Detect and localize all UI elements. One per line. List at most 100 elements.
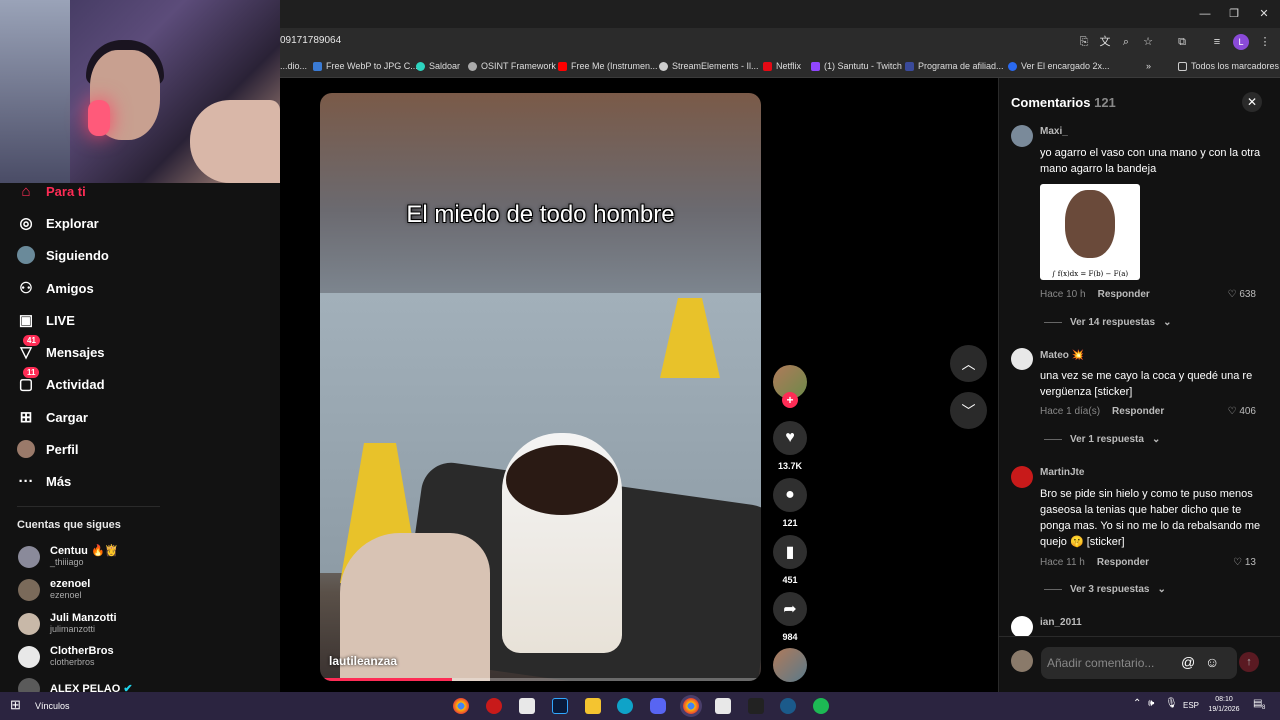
taskbar-search[interactable]: Vínculos: [35, 701, 70, 711]
upload-icon: ⊞: [19, 409, 33, 426]
translate-icon[interactable]: 文: [1097, 34, 1113, 50]
following-title: Cuentas que sigues: [17, 519, 121, 531]
nav-explorar[interactable]: ◎ Explorar: [17, 214, 98, 232]
video-player[interactable]: El miedo de todo hombre lautileanzaa: [320, 93, 761, 681]
profile-avatar[interactable]: L: [1233, 34, 1249, 50]
folder-icon: [1178, 61, 1187, 71]
save-button[interactable]: ▮ 451: [773, 535, 807, 585]
obs-icon[interactable]: [486, 698, 502, 714]
chevron-down-icon[interactable]: ﹀: [950, 392, 987, 429]
comment-user[interactable]: Maxi_: [1040, 126, 1068, 137]
following-item[interactable]: Juli Manzotti julimanzotti: [18, 612, 117, 635]
edge-icon[interactable]: [617, 698, 633, 714]
reply-button[interactable]: Responder: [1112, 406, 1164, 417]
webcam-feet: [190, 100, 280, 183]
comment-user[interactable]: ian_2011: [1040, 617, 1082, 628]
windows-start-icon[interactable]: ⊞: [10, 697, 21, 713]
nav-amigos[interactable]: ⚇ Amigos: [17, 279, 93, 297]
chevron-up-icon[interactable]: ︿: [950, 345, 987, 382]
bookmark-item[interactable]: (1) Santutu - Twitch: [811, 61, 902, 71]
avatar[interactable]: [1011, 125, 1033, 147]
music-disc-avatar[interactable]: [773, 648, 807, 682]
file-explorer-icon[interactable]: [585, 698, 601, 714]
reply-button[interactable]: Responder: [1098, 289, 1150, 300]
view-replies[interactable]: Ver 3 respuestas ⌄: [1044, 584, 1166, 595]
follow-plus-icon[interactable]: +: [782, 392, 798, 408]
bookmark-item[interactable]: Netflix: [763, 61, 801, 71]
comment-likes[interactable]: ♡ 406: [1228, 406, 1256, 417]
bookmark-item[interactable]: Ver El encargado 2x...: [1008, 61, 1110, 71]
avatar[interactable]: [1011, 616, 1033, 638]
restore-icon[interactable]: ❐: [1224, 4, 1244, 24]
zoom-icon[interactable]: ⌕: [1118, 34, 1134, 50]
bookmark-item[interactable]: Saldoar: [416, 61, 460, 71]
extensions-icon[interactable]: ⧉: [1174, 34, 1190, 50]
meme-formula: ∫ f(x)dx = F(b) − F(a): [1051, 270, 1129, 278]
url-text[interactable]: 09171789064: [280, 35, 341, 46]
mention-icon[interactable]: @: [1181, 654, 1195, 670]
bookmarks-overflow-icon[interactable]: »: [1146, 61, 1151, 71]
twitch-icon: [811, 61, 820, 71]
minimize-icon[interactable]: —: [1195, 4, 1215, 24]
avatar[interactable]: [1011, 466, 1033, 488]
tray-chevron-icon[interactable]: ⌃: [1133, 698, 1141, 709]
clock[interactable]: 08:10 19/1/2026: [1204, 695, 1244, 715]
view-replies[interactable]: Ver 1 respuesta ⌄: [1044, 434, 1160, 445]
nav-cargar[interactable]: ⊞ Cargar: [17, 408, 88, 426]
bookmark-star-icon[interactable]: ☆: [1140, 34, 1156, 50]
nav-para-ti[interactable]: ⌂ Para ti: [17, 182, 85, 200]
activity-icon: ▢ 11: [17, 367, 40, 393]
steam-icon[interactable]: [780, 698, 796, 714]
emoji-icon[interactable]: ☺: [1205, 654, 1219, 670]
mic-icon[interactable]: 🎙: [1165, 698, 1178, 709]
media-icon[interactable]: ≡: [1209, 34, 1225, 50]
discord-icon[interactable]: [650, 698, 666, 714]
comment-likes[interactable]: ♡ 638: [1228, 289, 1256, 300]
comment-likes[interactable]: ♡ 13: [1233, 557, 1256, 568]
bookmark-item[interactable]: ...dio...: [280, 61, 307, 71]
all-bookmarks[interactable]: Todos los marcadores: [1178, 61, 1279, 71]
send-icon[interactable]: ↑: [1239, 652, 1259, 672]
comment-button[interactable]: ● 121: [773, 478, 807, 528]
bookmark-item[interactable]: OSINT Framework: [468, 61, 556, 71]
chrome-icon[interactable]: [453, 698, 469, 714]
nav-siguiendo[interactable]: Siguiendo: [17, 246, 109, 264]
nav-mas[interactable]: ··· Más: [17, 472, 72, 490]
following-item[interactable]: ezenoel ezenoel: [18, 578, 90, 601]
nav-perfil[interactable]: Perfil: [17, 440, 79, 458]
nav-live[interactable]: ▣ LIVE: [17, 311, 75, 329]
bookmark-item[interactable]: Programa de afiliad...: [905, 61, 1004, 71]
comment-user[interactable]: MartinJte: [1040, 467, 1084, 478]
photoshop-icon[interactable]: [552, 698, 568, 714]
close-icon[interactable]: ✕: [1242, 92, 1262, 112]
like-button[interactable]: ♥ 13.7K: [773, 421, 807, 471]
comment-meta: Hace 10 h Responder: [1040, 289, 1150, 300]
nav-mensajes[interactable]: ▽ 41 Mensajes: [17, 335, 105, 361]
epic-games-icon[interactable]: [748, 698, 764, 714]
view-replies[interactable]: Ver 14 respuestas ⌄: [1044, 317, 1171, 328]
menu-dots-icon[interactable]: ⋮: [1257, 34, 1273, 50]
video-author[interactable]: lautileanzaa: [329, 654, 397, 668]
following-item[interactable]: ClotherBros clotherbros: [18, 645, 114, 668]
following-item[interactable]: Centuu 🔥👸 _thiiiago: [18, 545, 118, 568]
affiliate-icon: [905, 61, 914, 71]
volume-icon[interactable]: 🕪: [1148, 698, 1154, 709]
chrome-active-icon[interactable]: [683, 698, 699, 714]
comment-text: una vez se me cayo la coca y quedé una r…: [1040, 370, 1253, 398]
bookmark-item[interactable]: Free WebP to JPG C...: [313, 61, 418, 71]
capcut-icon[interactable]: [715, 698, 731, 714]
spotify-icon[interactable]: [813, 698, 829, 714]
bookmark-item[interactable]: Free Me (Instrumen...: [558, 61, 658, 71]
bookmark-item[interactable]: StreamElements - Il...: [659, 61, 759, 71]
close-window-icon[interactable]: ✕: [1254, 4, 1274, 24]
nav-actividad[interactable]: ▢ 11 Actividad: [17, 367, 105, 393]
notification-count: 8: [1262, 705, 1266, 711]
avatar[interactable]: [1011, 348, 1033, 370]
reply-button[interactable]: Responder: [1097, 557, 1149, 568]
messages-icon: ▽ 41: [17, 335, 40, 361]
cast-icon[interactable]: ⎘: [1076, 34, 1092, 50]
comment-user[interactable]: Mateo 💥: [1040, 350, 1084, 361]
share-button[interactable]: ➦ 984: [773, 592, 807, 642]
capcut-icon[interactable]: [519, 698, 535, 714]
language-indicator[interactable]: ESP: [1183, 701, 1199, 710]
